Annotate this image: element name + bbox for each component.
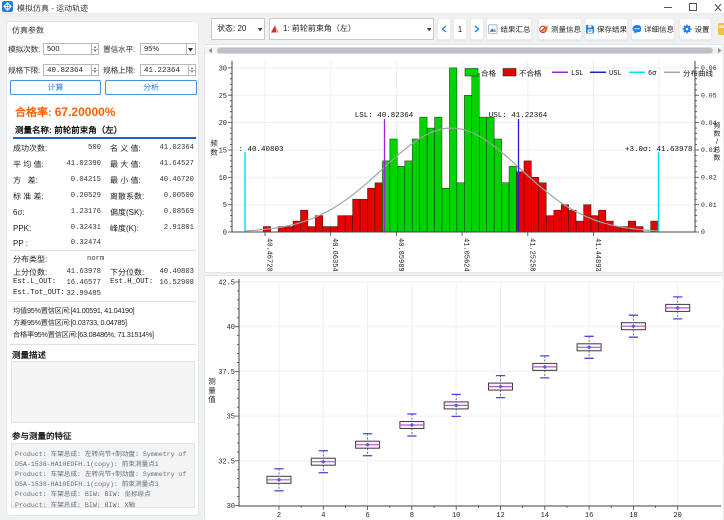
svg-text:20: 20 (219, 120, 227, 128)
svg-text:LSL: LSL (571, 70, 584, 78)
svg-text:18: 18 (629, 512, 637, 520)
svg-text:12: 12 (496, 512, 504, 520)
svg-text:6σ: 6σ (648, 70, 657, 78)
svg-text:41.05624: 41.05624 (462, 238, 470, 272)
svg-text:30: 30 (219, 65, 227, 73)
svg-text:6: 6 (365, 512, 369, 520)
svg-text:16: 16 (585, 512, 593, 520)
svg-text:+3.0σ: 41.63978: +3.0σ: 41.63978 (625, 146, 693, 154)
svg-text:USL: 41.22364: USL: 41.22364 (489, 112, 548, 120)
svg-text:合格: 合格 (481, 68, 496, 79)
svg-text:35: 35 (227, 414, 235, 422)
svg-text:分布曲线: 分布曲线 (683, 68, 713, 79)
svg-text:40: 40 (227, 324, 235, 332)
svg-text:0.05: 0.05 (701, 93, 717, 100)
svg-text:41.25258: 41.25258 (527, 238, 535, 272)
svg-text:0: 0 (223, 230, 227, 238)
svg-text:USL: USL (609, 70, 622, 78)
svg-text:0.01: 0.01 (701, 202, 717, 209)
svg-text:41.44893: 41.44893 (593, 238, 601, 272)
svg-text:25: 25 (219, 93, 227, 101)
svg-text:: 40.40803: : 40.40803 (239, 146, 285, 154)
svg-text:数: 数 (210, 147, 218, 158)
svg-text:40.46720: 40.46720 (265, 238, 273, 272)
svg-text:40.85989: 40.85989 (396, 238, 404, 272)
svg-text:不合格: 不合格 (519, 68, 542, 79)
svg-text:30: 30 (227, 503, 235, 511)
svg-text:2: 2 (277, 512, 281, 520)
svg-text:15: 15 (219, 148, 227, 156)
svg-text:14: 14 (541, 512, 549, 520)
svg-text:37.5: 37.5 (218, 369, 235, 377)
svg-text:8: 8 (410, 512, 414, 520)
svg-text:10: 10 (219, 175, 227, 183)
svg-text:0: 0 (701, 229, 705, 236)
svg-text:4: 4 (321, 512, 325, 520)
svg-text:32.5: 32.5 (218, 458, 235, 466)
svg-text:LSL: 40.82364: LSL: 40.82364 (355, 112, 414, 120)
svg-text:值: 值 (208, 394, 216, 405)
svg-text:40.66354: 40.66354 (330, 238, 338, 272)
svg-text:20: 20 (673, 512, 681, 520)
svg-text:10: 10 (452, 512, 460, 520)
svg-text:数: 数 (714, 153, 721, 163)
svg-text:0.02: 0.02 (701, 175, 717, 182)
svg-text:5: 5 (223, 202, 227, 210)
svg-text:42.5: 42.5 (218, 280, 235, 288)
